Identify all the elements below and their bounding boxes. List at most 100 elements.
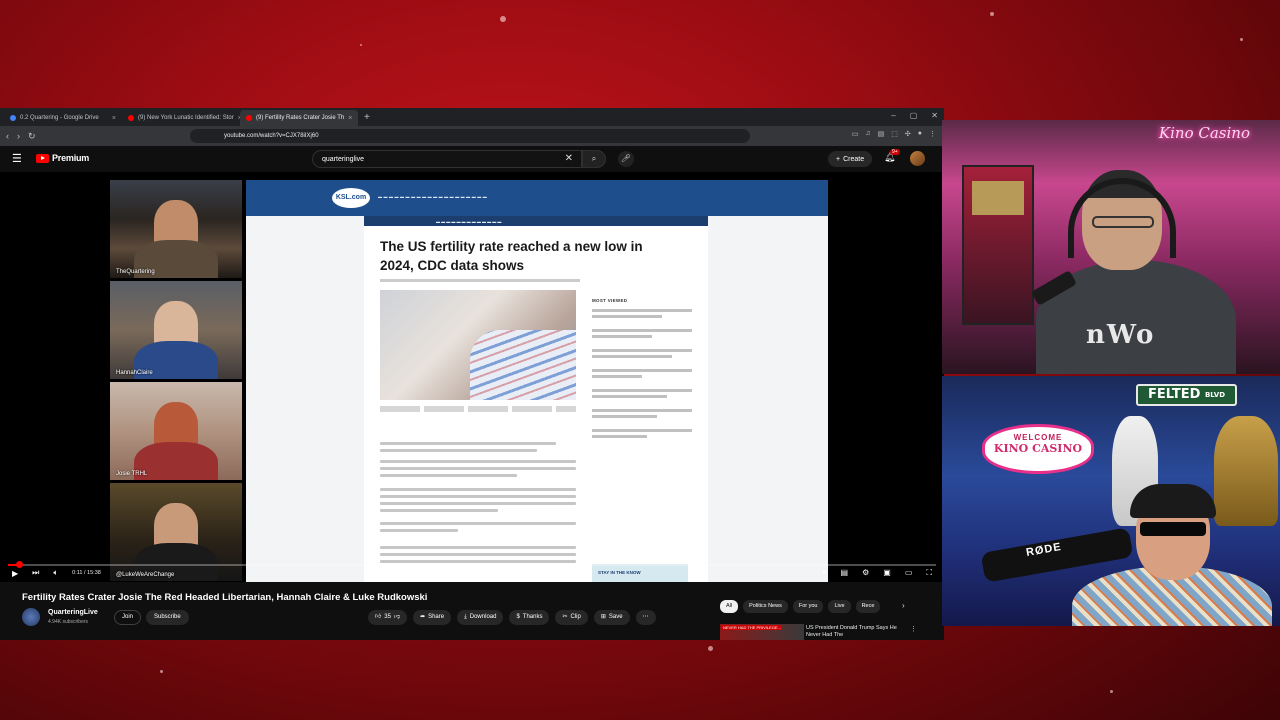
volume-icon[interactable]: 🔈︎: [53, 568, 58, 578]
settings-icon[interactable]: ⚙: [862, 568, 869, 578]
tab-new-york[interactable]: (9) New York Lunatic Identified: Stor ×: [122, 110, 240, 126]
menu-icon[interactable]: ⋮: [929, 130, 936, 138]
article-text: [380, 442, 576, 456]
photo-caption: [380, 406, 576, 412]
channel-name[interactable]: QuarteringLive: [48, 609, 98, 616]
notif-badge: 9+: [890, 149, 900, 155]
more-icon: ⋯: [642, 614, 649, 620]
guest-cam: Josie TRHL: [110, 382, 242, 480]
forward-icon[interactable]: ›: [17, 131, 20, 141]
sparkle: [1240, 38, 1243, 41]
play-icon[interactable]: ▶: [12, 569, 18, 578]
tab-fertility-rates[interactable]: (9) Fertility Rates Crater Josie Th ×: [240, 110, 358, 126]
recommendation-chips: All Politics News For you Live Rece: [720, 600, 881, 613]
progress-bar[interactable]: [8, 561, 936, 568]
subscribe-button[interactable]: Subscribe: [146, 610, 189, 625]
extension-icon[interactable]: ▤: [878, 130, 885, 138]
article-text: [380, 460, 576, 481]
chip-live[interactable]: Live: [828, 600, 851, 613]
join-button[interactable]: Join: [114, 610, 142, 625]
ksl-logo: KSL.com: [332, 188, 370, 208]
controls-left: ▶ ⏭︎ 🔈︎ 0:11 / 15:38: [12, 568, 101, 578]
share-icon: ➦: [420, 614, 426, 620]
street-sign-suffix: BLVD: [1204, 391, 1226, 399]
theater-icon[interactable]: ▭: [905, 568, 913, 578]
chip-recent[interactable]: Rece: [855, 600, 881, 613]
youtube-logo[interactable]: Premium: [36, 153, 89, 163]
sparkle: [160, 670, 163, 673]
recommendation-thumbnail[interactable]: NEVER HAD THE PRIVILEGE...: [720, 624, 804, 640]
thumbs-down-icon[interactable]: 👎︎: [394, 610, 400, 625]
channel-avatar[interactable]: [22, 608, 40, 626]
mic-icon[interactable]: 🎤︎: [618, 151, 634, 167]
miniplayer-icon[interactable]: ▣: [883, 568, 891, 578]
sparkle: [360, 44, 362, 46]
search-input[interactable]: quarteringlive ✕: [312, 150, 582, 168]
new-tab-button[interactable]: +: [358, 110, 376, 126]
subscriber-count: 4.94K subscribers: [48, 619, 89, 625]
tab-label: 0.2 Quartering - Google Drive: [20, 115, 99, 121]
avatar[interactable]: [910, 151, 925, 166]
share-button[interactable]: ➦ Share: [413, 610, 452, 625]
chevron-right-icon[interactable]: ›: [902, 601, 905, 610]
notifications-icon[interactable]: 🔔︎ 9+: [884, 149, 900, 163]
clear-icon[interactable]: ✕: [565, 153, 573, 164]
recommendation-title[interactable]: US President Donald Trump Says He Never …: [806, 625, 902, 639]
ksl-header: KSL.com ▬ ▬ ▬ ▬ ▬ ▬ ▬ ▬ ▬ ▬ ▬ ▬ ▬ ▬ ▬ ▬ …: [246, 180, 828, 216]
guest-cam: HannahClaire: [110, 281, 242, 379]
address-bar: ‹ › ↻ youtube.com/watch?v=CJX78iIXj60 ▭ …: [0, 126, 944, 146]
chip-politics-news[interactable]: Politics News: [743, 600, 788, 613]
youtube-icon: [128, 115, 134, 121]
cap: [1130, 484, 1216, 518]
controls-right: ⏸︎ ▤ ⚙ ▣ ▭ ⛶: [823, 568, 932, 578]
extension-icon[interactable]: ♫: [865, 130, 870, 138]
chip-for-you[interactable]: For you: [792, 600, 824, 613]
more-actions-button[interactable]: ⋯: [635, 610, 656, 625]
save-button[interactable]: ⊞ Save: [593, 610, 630, 625]
captions-icon[interactable]: ▤: [841, 568, 849, 578]
article-body: ▬ ▬ ▬ ▬ ▬ ▬ ▬ ▬ ▬ ▬ ▬ ▬ ▬ The US fertili…: [364, 216, 708, 582]
back-icon[interactable]: ‹: [6, 131, 9, 141]
extension-icon[interactable]: ▭: [852, 130, 859, 138]
create-button[interactable]: + Create: [828, 151, 873, 167]
next-icon[interactable]: ⏭︎: [32, 568, 39, 578]
like-button[interactable]: 👍︎ 35 👎︎: [368, 610, 408, 625]
share-label: Share: [428, 614, 445, 620]
thanks-label: Thanks: [522, 614, 543, 620]
most-viewed: MOST VIEWED: [592, 298, 692, 441]
arcade-screen: [972, 181, 1024, 215]
guest-cams: TheQuartering HannahClaire Josie TRHL @L…: [110, 180, 242, 582]
tab-google-drive[interactable]: 0.2 Quartering - Google Drive ×: [4, 110, 122, 126]
extension-icon[interactable]: ⬚: [891, 130, 898, 138]
close-icon[interactable]: ×: [348, 115, 352, 122]
autoplay-toggle-icon[interactable]: ⏸︎: [823, 568, 827, 578]
video-title: Fertility Rates Crater Josie The Red Hea…: [22, 592, 428, 603]
download-button[interactable]: ⤓ Download: [457, 610, 504, 625]
chip-all[interactable]: All: [720, 600, 739, 613]
scrubber-handle[interactable]: [16, 561, 23, 568]
like-count: 35: [384, 614, 391, 620]
clip-button[interactable]: ✂ Clip: [555, 610, 588, 625]
url-field[interactable]: youtube.com/watch?v=CJX78iIXj60: [190, 129, 750, 143]
thanks-button[interactable]: $ Thanks: [509, 610, 550, 625]
close-window-icon[interactable]: ✕: [931, 111, 938, 120]
search-button[interactable]: ⌕: [582, 150, 606, 168]
maximize-icon[interactable]: ▢: [910, 111, 918, 120]
lion-statue: [1214, 416, 1278, 526]
welcome-sign: WELCOME KINO CASINO: [982, 424, 1094, 474]
create-label: Create: [843, 155, 865, 163]
fullscreen-icon[interactable]: ⛶: [926, 568, 932, 578]
close-icon[interactable]: ×: [112, 115, 116, 122]
reload-icon[interactable]: ↻: [28, 131, 36, 142]
more-vert-icon[interactable]: ⋮: [910, 625, 917, 633]
youtube-icon: [246, 115, 252, 121]
puzzle-icon[interactable]: ✣: [905, 130, 911, 138]
welcome-text: WELCOME: [1013, 433, 1063, 442]
cam-label: Josie TRHL: [116, 471, 148, 477]
hamburger-menu-icon[interactable]: ☰: [12, 152, 22, 165]
video-player[interactable]: TheQuartering HannahClaire Josie TRHL @L…: [0, 172, 944, 582]
most-viewed-title: MOST VIEWED: [592, 298, 628, 303]
profile-icon[interactable]: ●: [918, 130, 922, 138]
minimize-icon[interactable]: –: [891, 111, 895, 120]
shared-article: KSL.com ▬ ▬ ▬ ▬ ▬ ▬ ▬ ▬ ▬ ▬ ▬ ▬ ▬ ▬ ▬ ▬ …: [246, 180, 828, 582]
